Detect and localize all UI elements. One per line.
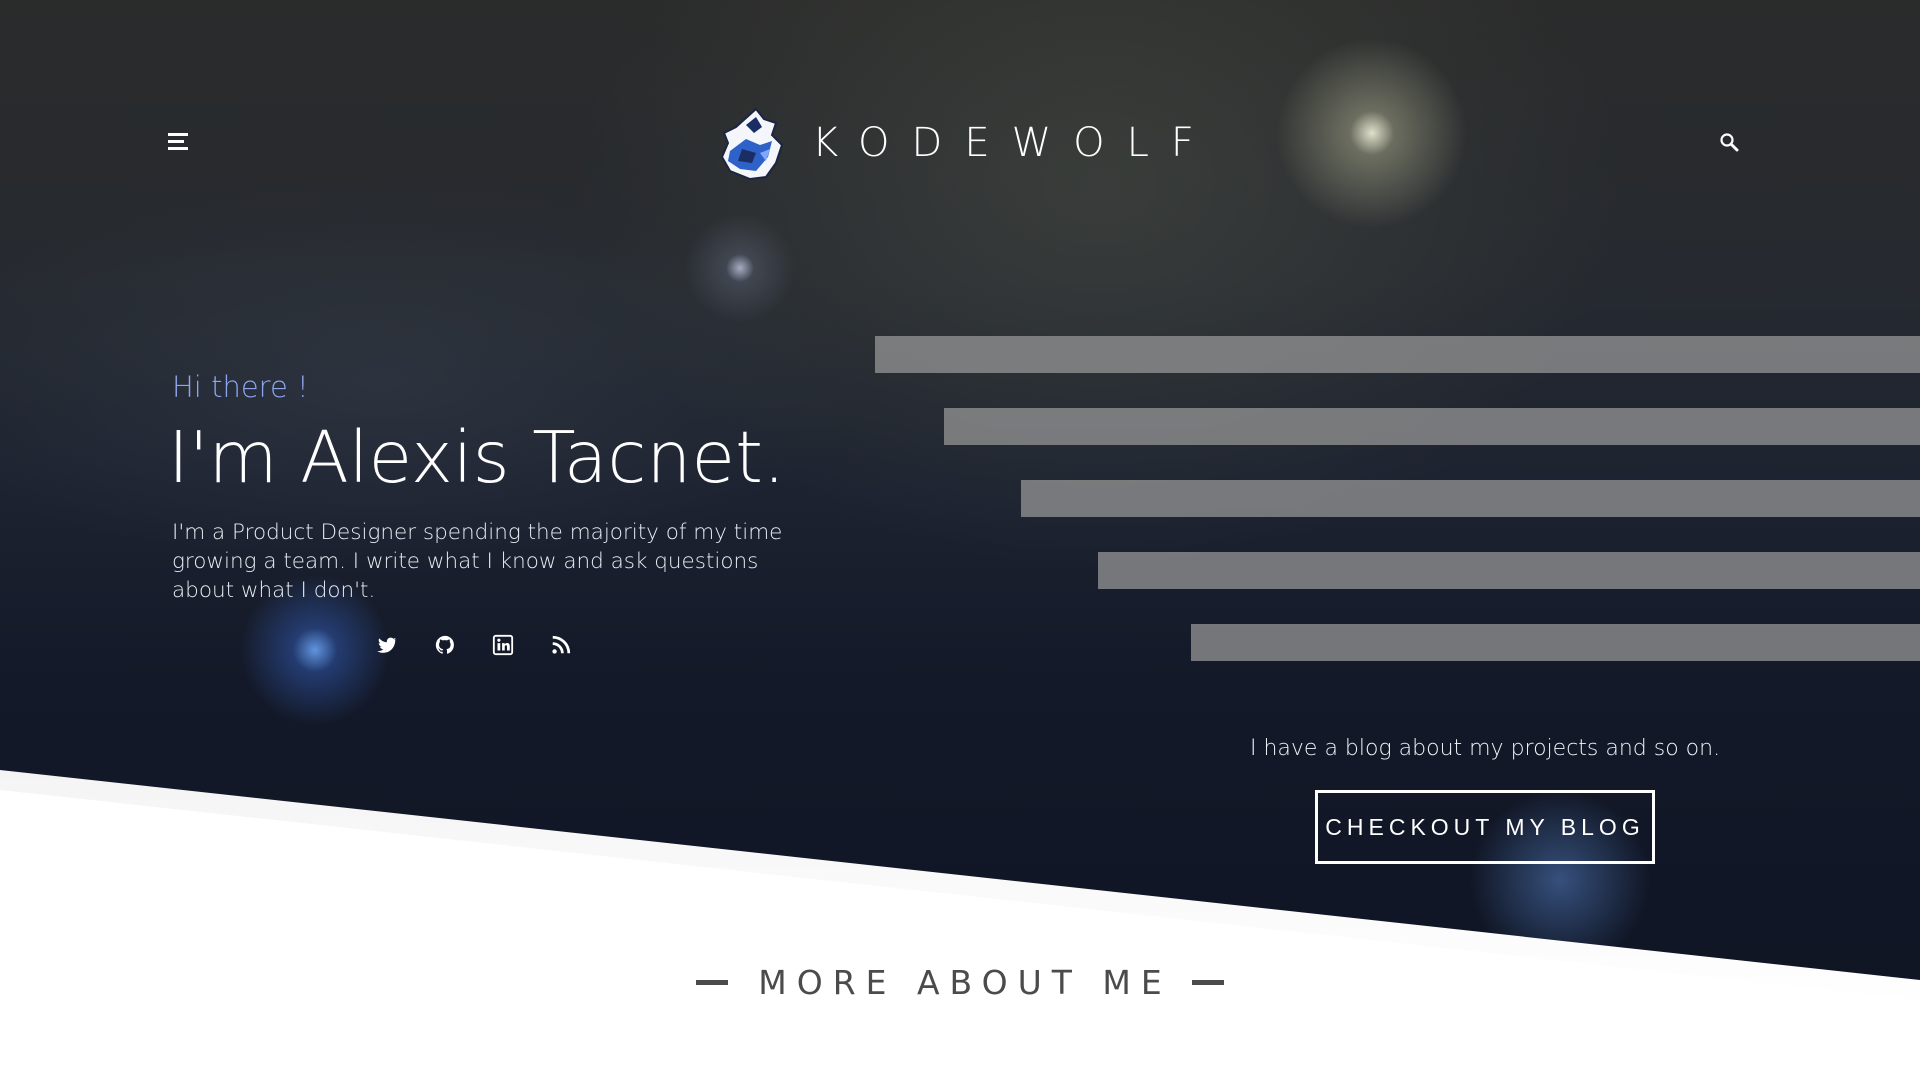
- hero-name: I'm Alexis Tacnet.: [168, 416, 786, 499]
- more-about-me-title: MORE ABOUT ME: [758, 963, 1172, 1002]
- menu-line: [168, 133, 188, 136]
- skill-bar: [944, 408, 1920, 445]
- rss-icon[interactable]: [550, 634, 572, 656]
- linkedin-icon[interactable]: [492, 634, 514, 656]
- skill-bar: [875, 336, 1920, 373]
- twitter-icon[interactable]: [376, 634, 398, 656]
- greeting: Hi there !: [172, 370, 309, 404]
- more-about-me-heading: MORE ABOUT ME: [0, 963, 1920, 1002]
- skill-bar: [1191, 624, 1920, 661]
- social-links: [376, 634, 572, 656]
- checkout-blog-button[interactable]: CHECKOUT MY BLOG: [1315, 790, 1655, 864]
- menu-line: [168, 147, 188, 150]
- hero-bio: I'm a Product Designer spending the majo…: [172, 520, 783, 603]
- skill-bar: [1021, 480, 1920, 517]
- heading-dash-right: [1191, 980, 1224, 985]
- hamburger-menu-icon[interactable]: [168, 133, 188, 153]
- heading-dash-left: [696, 980, 729, 985]
- wolf-head-icon: [720, 107, 784, 181]
- magnifier-glyph: [1720, 133, 1739, 152]
- brand-name: KODEWOLF: [812, 120, 1216, 166]
- skill-bar: [1098, 552, 1920, 589]
- site-logo[interactable]: KODEWOLF: [716, 105, 1216, 181]
- github-icon[interactable]: [434, 634, 456, 656]
- search-icon[interactable]: [1719, 132, 1741, 154]
- blog-description: I have a blog about my projects and so o…: [1250, 736, 1721, 761]
- menu-line: [168, 140, 184, 143]
